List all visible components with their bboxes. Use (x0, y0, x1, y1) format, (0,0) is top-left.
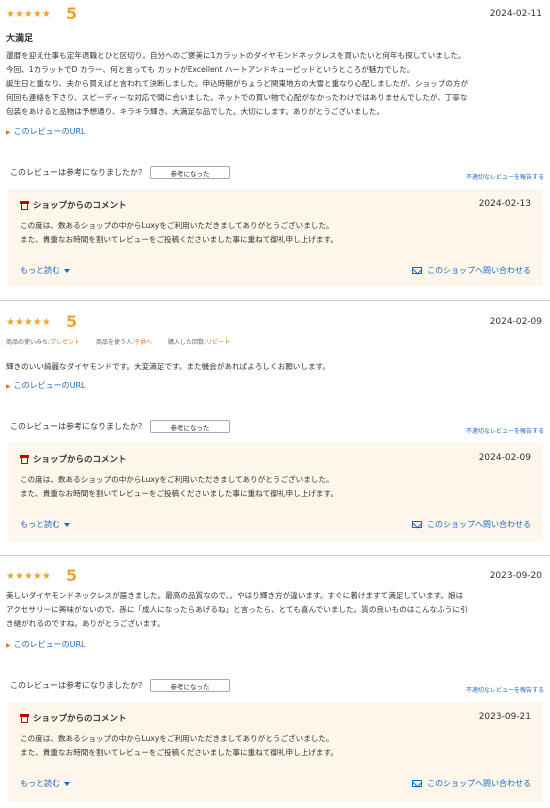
read-more-label: もっと読む (20, 520, 60, 529)
shop-comment-line: この度は、数あるショップの中からLuxyをご利用いただきましてありがとうございま… (20, 221, 334, 230)
helpful-row: このレビューは参考になりましたか？ 参考になった (10, 679, 230, 692)
meta-value: 子供へ (134, 339, 153, 346)
read-more-link[interactable]: もっと読む (20, 265, 70, 276)
read-more-label: もっと読む (20, 266, 60, 275)
meta-value: リピート (205, 339, 230, 346)
meta-value: プレゼント (50, 339, 81, 346)
rating-score: 5 (66, 566, 78, 585)
shop-comment-date: 2024-02-13 (478, 199, 531, 209)
review-date: 2023-09-20 (489, 571, 542, 581)
helpful-question: このレビューは参考になりましたか？ (10, 422, 146, 431)
rating-stars: ★★★★★ (6, 9, 51, 20)
rating-stars: ★★★★★ (6, 571, 51, 582)
shop-icon (20, 200, 29, 210)
review-url-label: このレビューのURL (13, 127, 86, 136)
shop-comment-text: この度は、数あるショップの中からLuxyをご利用いただきましてありがとうございま… (20, 473, 338, 501)
review-url-link[interactable]: ▶ このレビューのURL (6, 380, 86, 391)
review-body-line: 還暦を迎え仕事も定年退職とひと区切り。自分へのご褒美に1カラットのダイヤモンドネ… (6, 51, 466, 60)
review-body-line: 何回も連絡を下さり、スピーディーな対応で間に合いました。ネットでの買い物で心配が… (6, 93, 468, 102)
helpful-button[interactable]: 参考になった (150, 420, 230, 433)
report-link[interactable]: 不適切なレビューを報告する (466, 426, 544, 435)
shop-comment-heading: ショップからのコメント (20, 712, 127, 724)
read-more-link[interactable]: もっと読む (20, 778, 70, 789)
review-title: 大満足 (6, 34, 34, 44)
review-2: ★★★★★ 5 2024-02-09 商品の使いみち:プレゼント 商品を使う人:… (0, 301, 550, 555)
review-url-link[interactable]: ▶ このレビューのURL (6, 639, 86, 650)
review-body-line: 包装をあけると品物は予想通り、キラキラ輝き、大満足な品でした。大切にします。あり… (6, 107, 385, 116)
contact-shop-link[interactable]: このショップへ問い合わせる (412, 265, 531, 276)
shop-comment-heading: ショップからのコメント (20, 453, 127, 465)
review-body-line: アクセサリーに興味がないので、孫に「成人になったらあげるね」と言ったら、とても喜… (6, 605, 468, 614)
shop-comment-title: ショップからのコメント (33, 455, 127, 465)
review-body-line: 輝きのいい綺麗なダイヤモンドです。大変満足です。また機会があればよろしくお願いし… (6, 362, 331, 371)
review-body-line: 今回、1カラットでD カラー、何と言っても カットがExcellent ハートア… (6, 65, 415, 74)
shop-comment-text: この度は、数あるショップの中からLuxyをご利用いただきましてありがとうございま… (20, 732, 338, 760)
shop-comment-line: この度は、数あるショップの中からLuxyをご利用いただきましてありがとうございま… (20, 475, 334, 484)
review-body: 輝きのいい綺麗なダイヤモンドです。大変満足です。また機会があればよろしくお願いし… (6, 360, 546, 374)
helpful-question: このレビューは参考になりましたか？ (10, 168, 146, 177)
shop-comment-box: ショップからのコメント 2024-02-13 この度は、数あるショップの中からL… (8, 189, 543, 286)
review-1: ★★★★★ 5 2024-02-11 大満足 還暦を迎え仕事も定年退職とひと区切… (0, 0, 550, 300)
shop-icon (20, 454, 29, 464)
chevron-down-icon (64, 781, 70, 786)
shop-comment-title: ショップからのコメント (33, 714, 127, 724)
mail-icon (412, 267, 422, 274)
review-body-line: き継がれるのですね。ありがとうございます。 (6, 619, 165, 628)
chevron-down-icon (64, 522, 70, 527)
helpful-button[interactable]: 参考になった (150, 679, 230, 692)
review-body: 美しいダイヤモンドネックレスが届きました。最高の品質なので、。やはり輝き方が違い… (6, 589, 546, 631)
report-link[interactable]: 不適切なレビューを報告する (466, 685, 544, 694)
helpful-row: このレビューは参考になりましたか？ 参考になった (10, 420, 230, 433)
read-more-link[interactable]: もっと読む (20, 519, 70, 530)
read-more-label: もっと読む (20, 779, 60, 788)
shop-comment-heading: ショップからのコメント (20, 199, 127, 211)
contact-shop-link[interactable]: このショップへ問い合わせる (412, 778, 531, 789)
triangle-right-icon: ▶ (6, 383, 11, 390)
shop-comment-date: 2024-02-09 (478, 453, 531, 463)
review-url-link[interactable]: ▶ このレビューのURL (6, 126, 86, 137)
review-url-label: このレビューのURL (13, 381, 86, 390)
mail-icon (412, 521, 422, 528)
shop-comment-line: また、貴重なお時間を割いてレビューをご投稿くださいました事に重ねて御礼申し上げま… (20, 489, 338, 498)
review-body-line: 美しいダイヤモンドネックレスが届きました。最高の品質なので、。やはり輝き方が違い… (6, 591, 464, 600)
contact-shop-label: このショップへ問い合わせる (427, 266, 531, 275)
helpful-button[interactable]: 参考になった (150, 166, 230, 179)
review-url-label: このレビューのURL (13, 640, 86, 649)
report-link[interactable]: 不適切なレビューを報告する (466, 172, 544, 181)
shop-comment-text: この度は、数あるショップの中からLuxyをご利用いただきましてありがとうございま… (20, 219, 338, 247)
helpful-question: このレビューは参考になりましたか？ (10, 681, 146, 690)
review-meta: 商品の使いみち:プレゼント 商品を使う人:子供へ 購入した回数:リピート (6, 337, 244, 346)
meta-key: 購入した回数: (167, 339, 206, 346)
review-body: 還暦を迎え仕事も定年退職とひと区切り。自分へのご褒美に1カラットのダイヤモンドネ… (6, 49, 546, 119)
review-body-line: 誕生日と重なり、夫から買えばと言われて決断しました。申込時期がちょうど関東地方の… (6, 79, 469, 88)
helpful-row: このレビューは参考になりましたか？ 参考になった (10, 166, 230, 179)
contact-shop-link[interactable]: このショップへ問い合わせる (412, 519, 531, 530)
rating-stars: ★★★★★ (6, 317, 51, 328)
triangle-right-icon: ▶ (6, 642, 11, 649)
shop-comment-date: 2023-09-21 (478, 712, 531, 722)
review-date: 2024-02-11 (489, 9, 542, 19)
contact-shop-label: このショップへ問い合わせる (427, 779, 531, 788)
chevron-down-icon (64, 268, 70, 273)
review-3: ★★★★★ 5 2023-09-20 美しいダイヤモンドネックレスが届きました。… (0, 556, 550, 808)
shop-comment-title: ショップからのコメント (33, 201, 127, 211)
shop-comment-line: また、貴重なお時間を割いてレビューをご投稿くださいました事に重ねて御礼申し上げま… (20, 748, 338, 757)
meta-key: 商品を使う人: (95, 339, 134, 346)
triangle-right-icon: ▶ (6, 129, 11, 136)
rating-score: 5 (66, 312, 78, 331)
shop-comment-line: また、貴重なお時間を割いてレビューをご投稿くださいました事に重ねて御礼申し上げま… (20, 235, 338, 244)
review-date: 2024-02-09 (489, 317, 542, 327)
shop-comment-line: この度は、数あるショップの中からLuxyをご利用いただきましてありがとうございま… (20, 734, 334, 743)
shop-comment-box: ショップからのコメント 2024-02-09 この度は、数あるショップの中からL… (8, 443, 543, 541)
mail-icon (412, 780, 422, 787)
meta-key: 商品の使いみち: (6, 339, 51, 346)
rating-score: 5 (66, 4, 78, 23)
shop-comment-box: ショップからのコメント 2023-09-21 この度は、数あるショップの中からL… (8, 702, 543, 802)
contact-shop-label: このショップへ問い合わせる (427, 520, 531, 529)
shop-icon (20, 713, 29, 723)
